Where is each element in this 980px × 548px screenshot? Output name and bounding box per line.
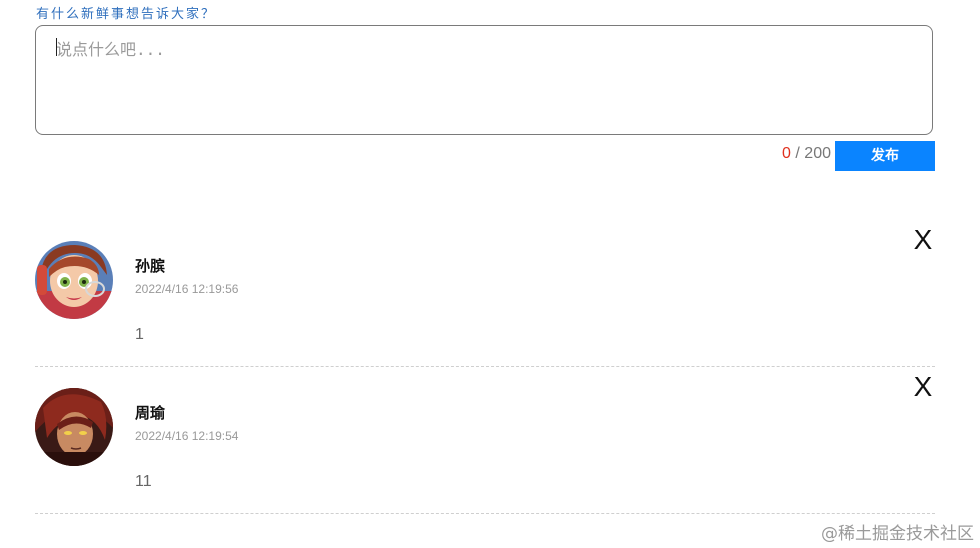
char-count-current: 0 xyxy=(782,145,791,162)
text-caret xyxy=(56,38,57,56)
avatar-image xyxy=(35,388,113,466)
publish-button[interactable]: 发布 xyxy=(835,141,935,171)
char-count-max: 200 xyxy=(804,145,831,162)
comment-list: 孙膑 2022/4/16 12:19:56 1 X 周瑜 2022/4/16 1… xyxy=(35,220,935,514)
comment-item: 孙膑 2022/4/16 12:19:56 1 X xyxy=(35,220,935,367)
compose-prompt: 有什么新鲜事想告诉大家？ xyxy=(36,7,217,22)
comment-content: 1 xyxy=(135,326,144,343)
comment-timestamp: 2022/4/16 12:19:54 xyxy=(135,429,239,443)
comment-content: 11 xyxy=(135,473,152,490)
comment-author-name: 周瑜 xyxy=(135,404,166,422)
compose-box xyxy=(35,25,933,135)
avatar-image xyxy=(35,241,113,319)
sun-bin-hero-avatar xyxy=(35,241,113,319)
comment-author-name: 孙膑 xyxy=(135,257,166,275)
delete-comment-button[interactable]: X xyxy=(911,224,935,256)
char-counter: 0 / 200 xyxy=(782,145,831,163)
zhou-yu-hero-avatar xyxy=(35,388,113,466)
char-count-separator: / xyxy=(790,145,805,162)
site-watermark: @稀土掘金技术社区 xyxy=(821,524,974,544)
delete-comment-button[interactable]: X xyxy=(911,371,935,403)
comment-timestamp: 2022/4/16 12:19:56 xyxy=(135,282,239,296)
compose-input[interactable] xyxy=(36,26,932,134)
comment-item: 周瑜 2022/4/16 12:19:54 11 X xyxy=(35,367,935,514)
